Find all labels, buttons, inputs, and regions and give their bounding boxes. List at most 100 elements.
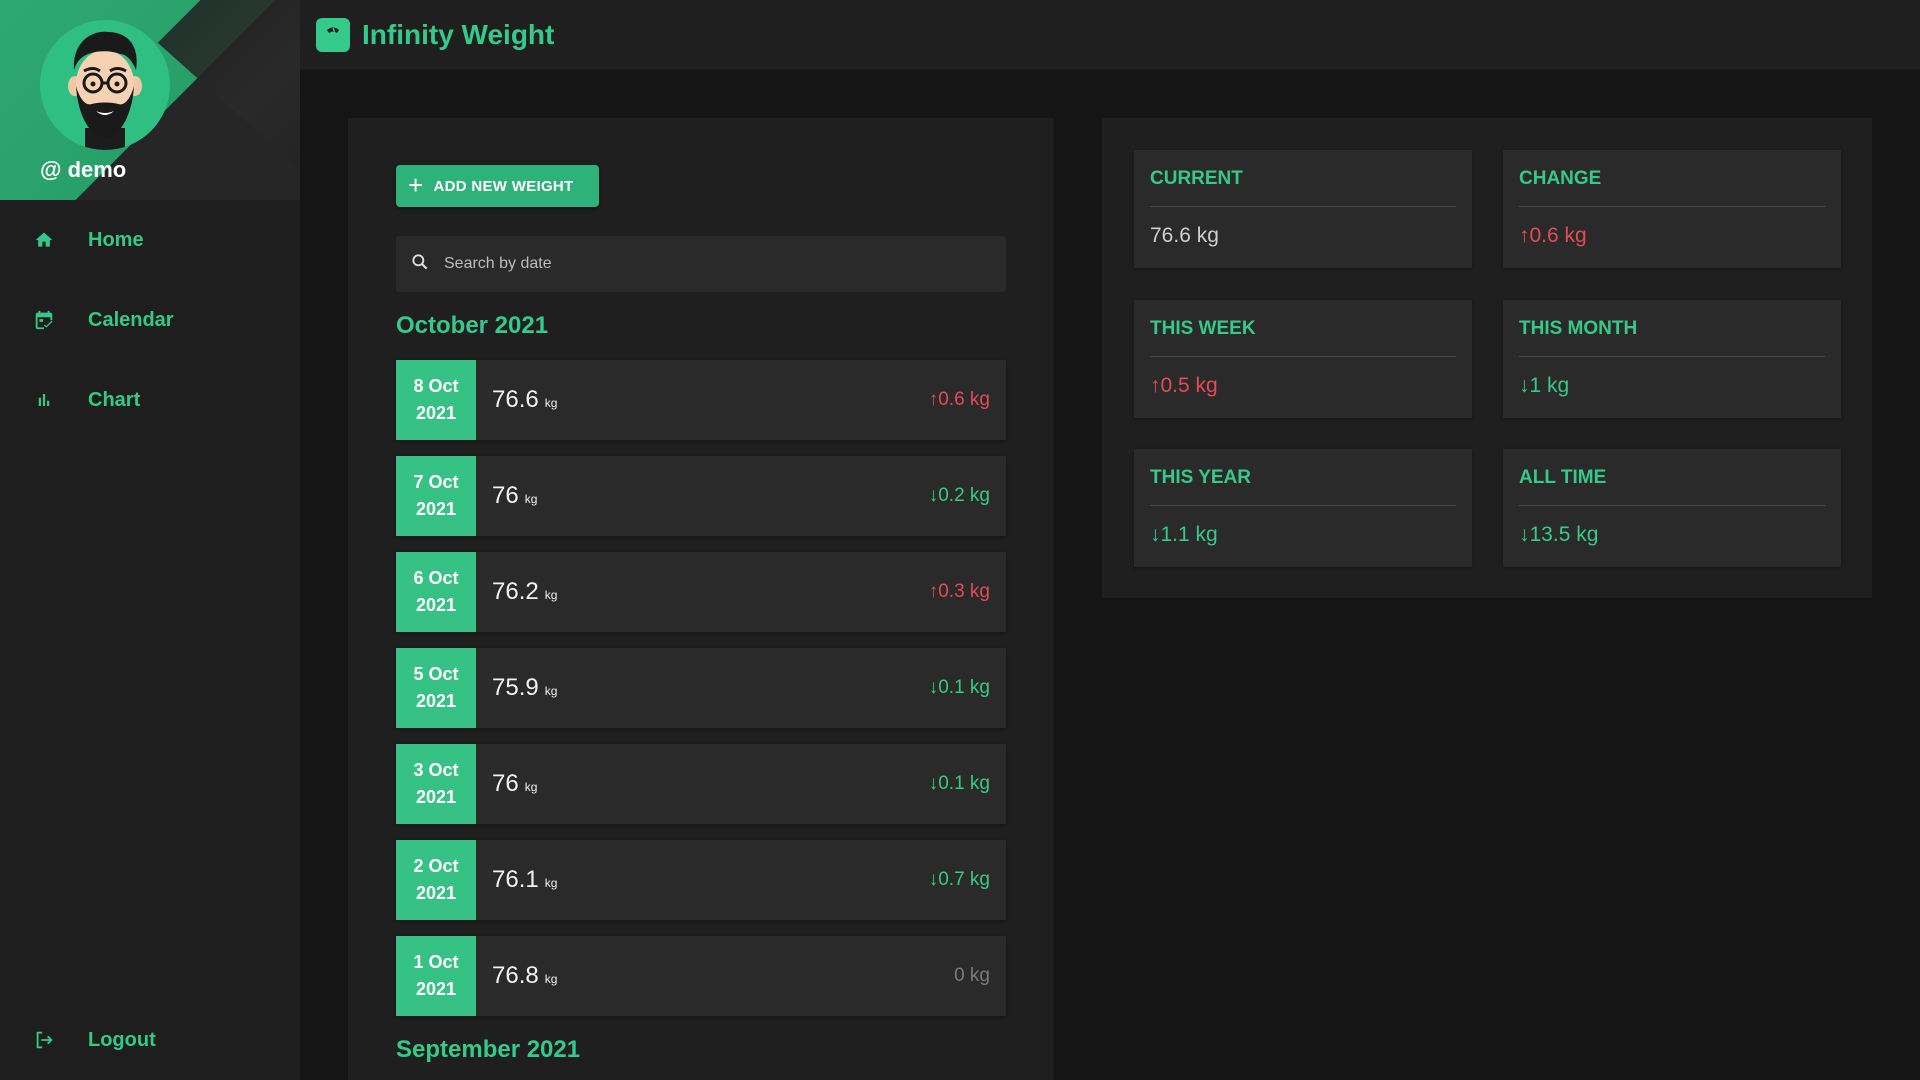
entry-weight: 76.1 kg — [476, 840, 929, 920]
entry-weight: 76.6 kg — [476, 360, 929, 440]
stat-value: ↑0.5 kg — [1150, 374, 1218, 398]
add-new-weight-button[interactable]: + ADD NEW WEIGHT — [396, 165, 599, 207]
scale-icon — [316, 17, 350, 52]
stat-title: CHANGE — [1519, 168, 1602, 189]
stat-title: ALL TIME — [1519, 467, 1607, 488]
sidebar-item-label: Chart — [88, 388, 141, 411]
entry-delta-value: 0.1 kg — [938, 677, 990, 698]
stat-card-this-week: THIS WEEK ↑0.5 kg — [1134, 300, 1472, 418]
calendar-icon — [32, 308, 56, 332]
search-icon — [410, 252, 430, 277]
weight-entry-row[interactable]: 8 Oct 2021 76.6 kg ↑ 0.6 kg — [396, 360, 1006, 440]
stat-title: CURRENT — [1150, 168, 1243, 189]
entry-weight-value: 76.1 — [492, 866, 539, 893]
logout-label: Logout — [88, 1028, 156, 1051]
entry-weight-unit: kg — [544, 876, 558, 890]
weight-entry-row[interactable]: 1 Oct 2021 76.8 kg 0 kg — [396, 936, 1006, 1016]
stats-panel: CURRENT 76.6 kg CHANGE ↑0.6 kg THIS WEEK… — [1102, 118, 1872, 598]
entry-date-badge: 8 Oct 2021 — [396, 360, 476, 440]
search-input[interactable] — [444, 255, 984, 273]
weight-entry-row[interactable]: 5 Oct 2021 75.9 kg ↓ 0.1 kg — [396, 648, 1006, 728]
weight-entry-row[interactable]: 7 Oct 2021 76 kg ↓ 0.2 kg — [396, 456, 1006, 536]
entry-delta: ↓ 0.7 kg — [929, 840, 1006, 920]
stat-card-change: CHANGE ↑0.6 kg — [1503, 150, 1841, 268]
search-bar — [396, 236, 1006, 292]
sidebar-nav: Home Calendar Chart — [0, 200, 300, 440]
entry-day: 2 Oct — [413, 856, 459, 876]
entry-weight-value: 76 — [492, 482, 519, 509]
entry-date-badge: 5 Oct 2021 — [396, 648, 476, 728]
sidebar-item-label: Home — [88, 228, 144, 251]
profile-header: @ demo — [0, 0, 300, 200]
stat-card-this-year: THIS YEAR ↓1.1 kg — [1134, 449, 1472, 567]
stat-value: ↓1 kg — [1519, 374, 1569, 398]
sidebar-item-calendar[interactable]: Calendar — [0, 280, 300, 360]
entry-delta-value: 0.1 kg — [938, 773, 990, 794]
stat-value: ↑0.6 kg — [1519, 224, 1587, 248]
entry-weight-unit: kg — [524, 780, 538, 794]
app-title: Infinity Weight — [362, 18, 555, 50]
divider — [1519, 505, 1825, 506]
arrow-down-icon: ↓ — [928, 869, 939, 890]
entry-delta: ↓ 0.2 kg — [929, 456, 1006, 536]
stat-value-text: 0.5 kg — [1160, 374, 1218, 397]
entry-delta: ↓ 0.1 kg — [929, 648, 1006, 728]
home-icon — [32, 228, 56, 252]
entry-delta-value: 0.7 kg — [938, 869, 990, 890]
arrow-up-icon: ↑ — [928, 581, 939, 602]
arrow-down-icon: ↓ — [928, 485, 939, 506]
entry-year: 2021 — [415, 979, 457, 999]
plus-icon: + — [408, 169, 424, 200]
divider — [1519, 206, 1825, 207]
entry-weight-value: 76.8 — [492, 962, 539, 989]
sidebar: @ demo Home Calendar Chart Logout — [0, 0, 300, 1080]
logout-icon — [32, 1028, 56, 1052]
entry-weight: 76.2 kg — [476, 552, 929, 632]
sidebar-item-home[interactable]: Home — [0, 200, 300, 280]
stat-value-text: 1.1 kg — [1160, 523, 1218, 546]
arrow-up-icon: ↑ — [1519, 224, 1530, 247]
entry-delta-value: 0.6 kg — [938, 389, 990, 410]
entry-date-badge: 6 Oct 2021 — [396, 552, 476, 632]
sidebar-item-label: Calendar — [88, 308, 174, 331]
entry-day: 3 Oct — [413, 760, 459, 780]
stat-card-this-month: THIS MONTH ↓1 kg — [1503, 300, 1841, 418]
weight-entry-row[interactable]: 3 Oct 2021 76 kg ↓ 0.1 kg — [396, 744, 1006, 824]
arrow-up-icon: ↑ — [928, 389, 939, 410]
bar-chart-icon — [32, 388, 56, 412]
entry-delta: ↑ 0.3 kg — [929, 552, 1006, 632]
weight-entries-list: 8 Oct 2021 76.6 kg ↑ 0.6 kg 7 Oct 2021 7… — [396, 360, 1006, 1032]
arrow-down-icon: ↓ — [1150, 523, 1161, 546]
stat-card-all-time: ALL TIME ↓13.5 kg — [1503, 449, 1841, 567]
entry-weight-value: 76 — [492, 770, 519, 797]
sidebar-item-chart[interactable]: Chart — [0, 360, 300, 440]
avatar[interactable] — [40, 20, 170, 150]
entry-weight-value: 76.6 — [492, 386, 539, 413]
stat-title: THIS MONTH — [1519, 318, 1638, 339]
entry-weight: 75.9 kg — [476, 648, 929, 728]
stat-value-text: 13.5 kg — [1529, 523, 1599, 546]
weight-list-panel: + ADD NEW WEIGHT October 2021 8 Oct 2021… — [348, 118, 1054, 1080]
entry-weight: 76.8 kg — [476, 936, 954, 1016]
entry-delta: ↓ 0.1 kg — [929, 744, 1006, 824]
arrow-up-icon: ↑ — [1150, 374, 1161, 397]
stat-value: ↓13.5 kg — [1519, 523, 1598, 547]
entry-delta: 0 kg — [954, 936, 1006, 1016]
entry-date-badge: 2 Oct 2021 — [396, 840, 476, 920]
stat-title: THIS WEEK — [1150, 318, 1256, 339]
weight-entry-row[interactable]: 6 Oct 2021 76.2 kg ↑ 0.3 kg — [396, 552, 1006, 632]
entry-year: 2021 — [415, 883, 457, 903]
entry-weight-value: 76.2 — [492, 578, 539, 605]
entry-delta-value: 0 kg — [954, 965, 990, 986]
entry-weight: 76 kg — [476, 456, 929, 536]
logout-button[interactable]: Logout — [0, 1000, 300, 1080]
entry-day: 8 Oct — [413, 376, 459, 396]
weight-entry-row[interactable]: 2 Oct 2021 76.1 kg ↓ 0.7 kg — [396, 840, 1006, 920]
username: @ demo — [40, 157, 127, 182]
entry-delta-value: 0.2 kg — [938, 485, 990, 506]
entry-delta: ↑ 0.6 kg — [929, 360, 1006, 440]
entry-weight-unit: kg — [544, 684, 558, 698]
entry-delta-value: 0.3 kg — [938, 581, 990, 602]
stat-value: 76.6 kg — [1150, 224, 1219, 248]
stat-value-text: 1 kg — [1529, 374, 1570, 397]
